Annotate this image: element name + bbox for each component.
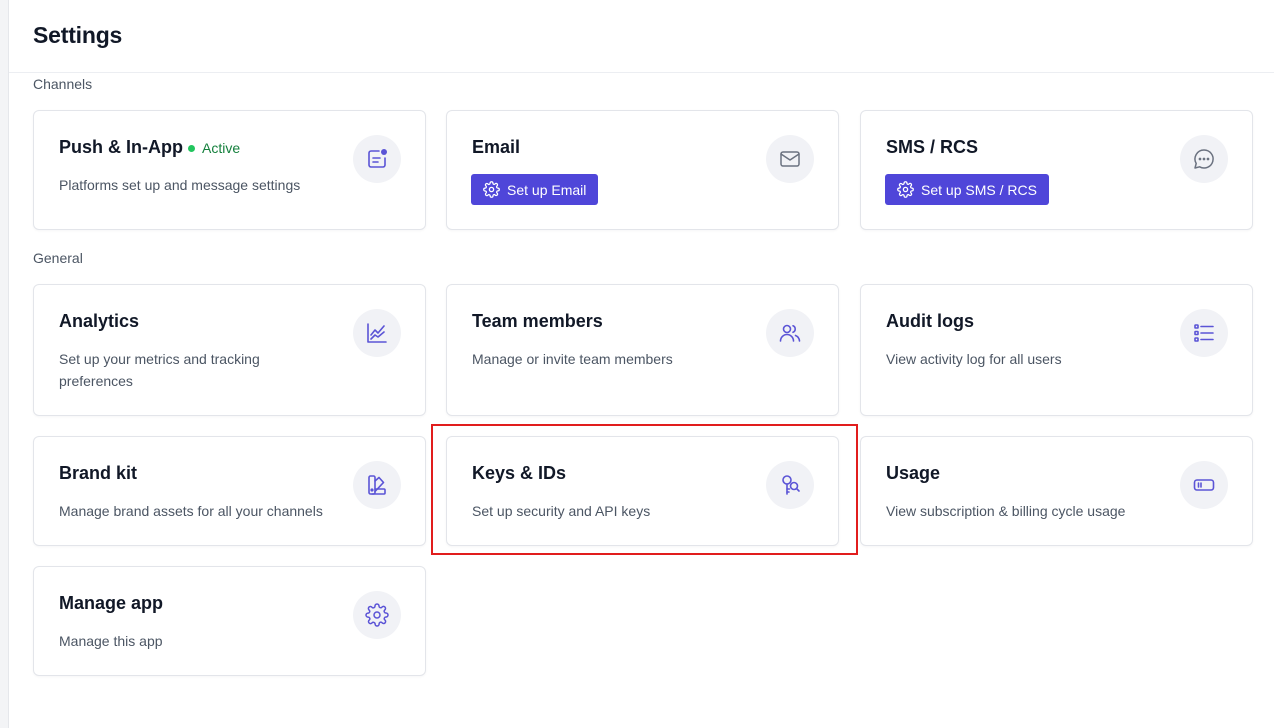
notification-icon (353, 135, 401, 183)
mail-icon (766, 135, 814, 183)
card-description: Manage this app (59, 633, 163, 649)
card-description: Platforms set up and message settings (59, 177, 301, 193)
card-title: Brand kit (59, 463, 138, 483)
gear-icon (353, 591, 401, 639)
status-dot (188, 144, 195, 152)
status-badge: Active (188, 140, 240, 156)
card-sms-rcs[interactable]: SMS / RCS Set up SMS / RCS (860, 110, 1253, 230)
gear-icon (897, 181, 914, 198)
card-title: Usage (886, 463, 941, 483)
setup-sms-rcs-button[interactable]: Set up SMS / RCS (885, 174, 1049, 205)
card-title: Push & In-App (59, 137, 183, 157)
card-team-members[interactable]: Team members Manage or invite team membe… (446, 284, 839, 416)
card-title: Keys & IDs (472, 463, 567, 483)
card-description: Set up security and API keys (472, 503, 651, 519)
card-title: Manage app (59, 593, 164, 613)
card-audit-logs[interactable]: Audit logs View activity log for all use… (860, 284, 1253, 416)
status-label: Active (202, 140, 241, 156)
setup-email-button[interactable]: Set up Email (471, 174, 599, 205)
card-title: Analytics (59, 311, 140, 331)
card-description: Manage or invite team members (472, 351, 673, 367)
card-title: SMS / RCS (886, 137, 979, 157)
title-divider (9, 72, 1274, 73)
card-description: View activity log for all users (886, 351, 1062, 367)
left-rail (0, 0, 9, 728)
line-chart-icon (353, 309, 401, 357)
palette-icon (353, 461, 401, 509)
card-manage-app[interactable]: Manage app Manage this app (33, 566, 426, 676)
users-icon (766, 309, 814, 357)
list-icon (1180, 309, 1228, 357)
section-label-general: General (33, 250, 83, 266)
card-description: Manage brand assets for all your channel… (59, 503, 323, 519)
card-description: Set up your metrics and tracking prefere… (59, 351, 260, 389)
card-description: View subscription & billing cycle usage (886, 503, 1126, 519)
card-title: Audit logs (886, 311, 974, 331)
meter-icon (1180, 461, 1228, 509)
setup-sms-rcs-label: Set up SMS / RCS (921, 181, 1037, 198)
card-title: Team members (472, 311, 603, 331)
key-search-icon (766, 461, 814, 509)
gear-icon (483, 181, 500, 198)
section-label-channels: Channels (33, 76, 93, 92)
chat-bubble-icon (1180, 135, 1228, 183)
card-analytics[interactable]: Analytics Set up your metrics and tracki… (33, 284, 426, 416)
card-push-in-app[interactable]: Push & In-App Active Platforms set up an… (33, 110, 426, 230)
card-usage[interactable]: Usage View subscription & billing cycle … (860, 436, 1253, 546)
card-keys-and-ids[interactable]: Keys & IDs Set up security and API keys (446, 436, 839, 546)
card-brand-kit[interactable]: Brand kit Manage brand assets for all yo… (33, 436, 426, 546)
card-title: Email (472, 137, 521, 157)
page-title: Settings (33, 22, 123, 48)
card-email[interactable]: Email Set up Email (446, 110, 839, 230)
setup-email-label: Set up Email (507, 181, 587, 198)
